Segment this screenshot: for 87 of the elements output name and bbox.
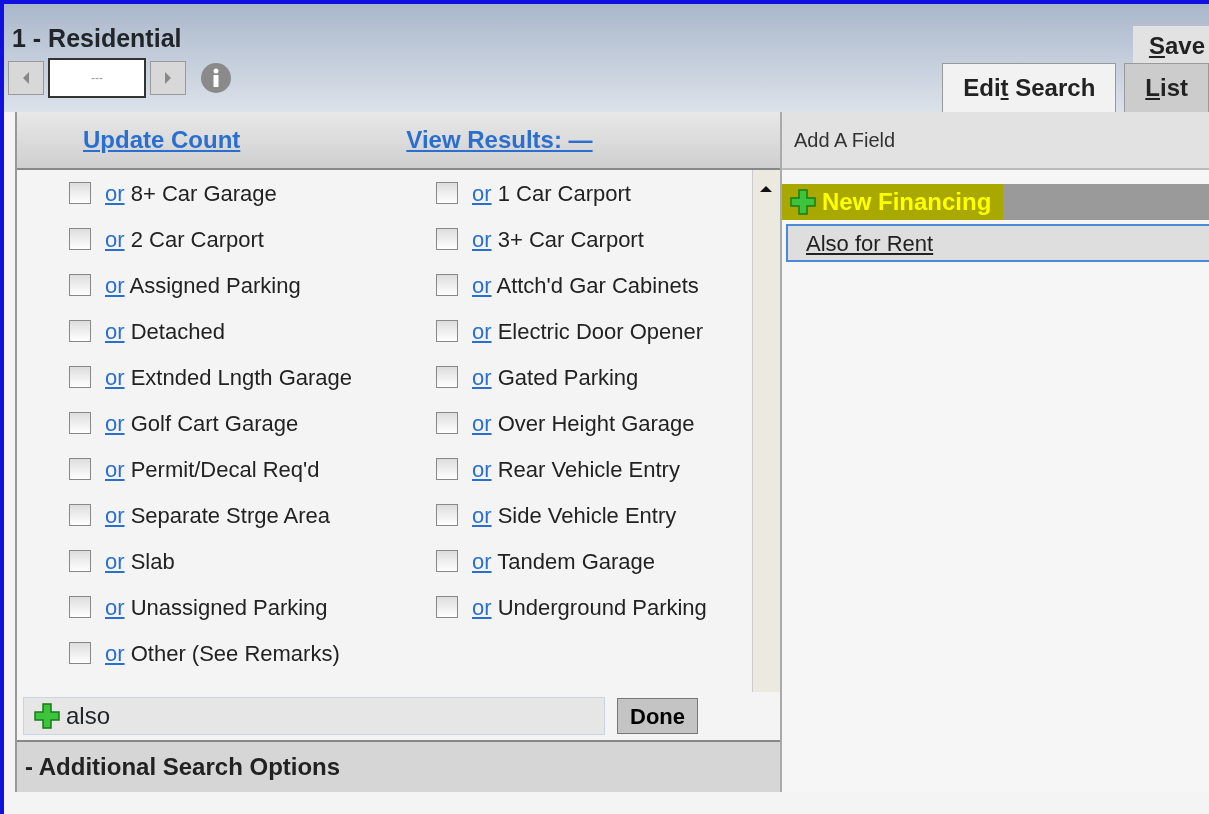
- checkbox[interactable]: [436, 412, 458, 434]
- or-link[interactable]: or: [105, 226, 125, 252]
- option-label: 2 Car Carport: [130, 226, 264, 252]
- or-link[interactable]: or: [105, 640, 125, 666]
- checkbox[interactable]: [436, 550, 458, 572]
- or-link[interactable]: or: [472, 364, 492, 390]
- or-link[interactable]: or: [105, 456, 125, 482]
- option-label: Other (See Remarks): [130, 640, 340, 666]
- checkbox[interactable]: [436, 320, 458, 342]
- checkbox[interactable]: [436, 596, 458, 618]
- checkbox[interactable]: [69, 228, 91, 250]
- option-label: 1 Car Carport: [497, 180, 631, 206]
- scroll-up-icon[interactable]: [759, 183, 773, 194]
- checkbox[interactable]: [69, 642, 91, 664]
- option-label: Rear Vehicle Entry: [497, 456, 680, 482]
- or-link[interactable]: or: [472, 548, 492, 574]
- checkbox[interactable]: [69, 412, 91, 434]
- option-label: Separate Strge Area: [130, 502, 331, 528]
- checkbox[interactable]: [69, 550, 91, 572]
- or-link[interactable]: or: [472, 410, 492, 436]
- option-label: Attch'd Gar Cabinets: [496, 272, 699, 298]
- or-link[interactable]: or: [472, 502, 492, 528]
- also-label: also: [66, 701, 111, 731]
- field-item[interactable]: New Financing: [782, 184, 1209, 220]
- or-link[interactable]: or: [472, 272, 492, 298]
- view-results-link[interactable]: View Results: —: [406, 122, 593, 158]
- plus-icon: [790, 189, 816, 215]
- or-link[interactable]: or: [472, 456, 492, 482]
- option-label: Slab: [130, 548, 175, 574]
- field-label: New Financing: [822, 187, 992, 217]
- checkbox[interactable]: [69, 182, 91, 204]
- option-label: Extnded Lngth Garage: [130, 364, 353, 390]
- checkbox[interactable]: [69, 366, 91, 388]
- update-count-link[interactable]: Update Count: [83, 122, 241, 158]
- done-button[interactable]: Done: [617, 698, 698, 734]
- or-link[interactable]: or: [105, 272, 125, 298]
- or-link[interactable]: or: [105, 548, 125, 574]
- save-button[interactable]: Save: [1132, 26, 1209, 66]
- plus-icon: [34, 703, 60, 729]
- or-link[interactable]: or: [472, 226, 492, 252]
- section-header[interactable]: - Additional Search Options: [17, 742, 780, 792]
- panel-title: Add A Field: [782, 112, 1209, 170]
- checkbox[interactable]: [436, 366, 458, 388]
- option-label: 8+ Car Garage: [130, 180, 277, 206]
- or-link[interactable]: or: [105, 318, 125, 344]
- window-title: 1 - Residential: [12, 26, 182, 51]
- caret-icon: [21, 71, 31, 85]
- or-link[interactable]: or: [105, 594, 125, 620]
- also-field[interactable]: also: [23, 697, 605, 735]
- or-link[interactable]: or: [105, 410, 125, 436]
- option-label: Golf Cart Garage: [130, 410, 299, 436]
- checkbox[interactable]: [69, 274, 91, 296]
- option-label: Tandem Garage: [497, 548, 656, 574]
- or-link[interactable]: or: [472, 318, 492, 344]
- tab[interactable]: Edit Search: [942, 63, 1117, 112]
- checkbox[interactable]: [436, 228, 458, 250]
- checkbox[interactable]: [436, 458, 458, 480]
- scrollbar[interactable]: [752, 170, 780, 692]
- option-label: Assigned Parking: [129, 272, 301, 298]
- page-field[interactable]: ---: [48, 58, 146, 98]
- checkbox[interactable]: [436, 504, 458, 526]
- option-label: Side Vehicle Entry: [497, 502, 677, 528]
- caret-icon: [163, 71, 173, 85]
- checkbox[interactable]: [69, 596, 91, 618]
- checkbox[interactable]: [436, 274, 458, 296]
- checkbox[interactable]: [69, 504, 91, 526]
- checkbox[interactable]: [69, 458, 91, 480]
- option-label: Over Height Garage: [497, 410, 695, 436]
- checkbox[interactable]: [69, 320, 91, 342]
- tab[interactable]: List: [1124, 63, 1209, 112]
- or-link[interactable]: or: [472, 594, 492, 620]
- next-button[interactable]: [150, 61, 186, 95]
- or-link[interactable]: or: [105, 502, 125, 528]
- option-label: Gated Parking: [497, 364, 639, 390]
- info-icon[interactable]: [200, 62, 232, 94]
- option-label: Permit/Decal Req'd: [130, 456, 320, 482]
- option-label: 3+ Car Carport: [497, 226, 644, 252]
- or-link[interactable]: or: [105, 180, 125, 206]
- option-label: Unassigned Parking: [130, 594, 328, 620]
- checkbox[interactable]: [436, 182, 458, 204]
- option-label: Detached: [130, 318, 225, 344]
- option-label: Underground Parking: [497, 594, 707, 620]
- or-link[interactable]: or: [472, 180, 492, 206]
- previous-button[interactable]: [8, 61, 44, 95]
- field-item[interactable]: Also for Rent: [786, 224, 1209, 262]
- or-link[interactable]: or: [105, 364, 125, 390]
- option-label: Electric Door Opener: [497, 318, 704, 344]
